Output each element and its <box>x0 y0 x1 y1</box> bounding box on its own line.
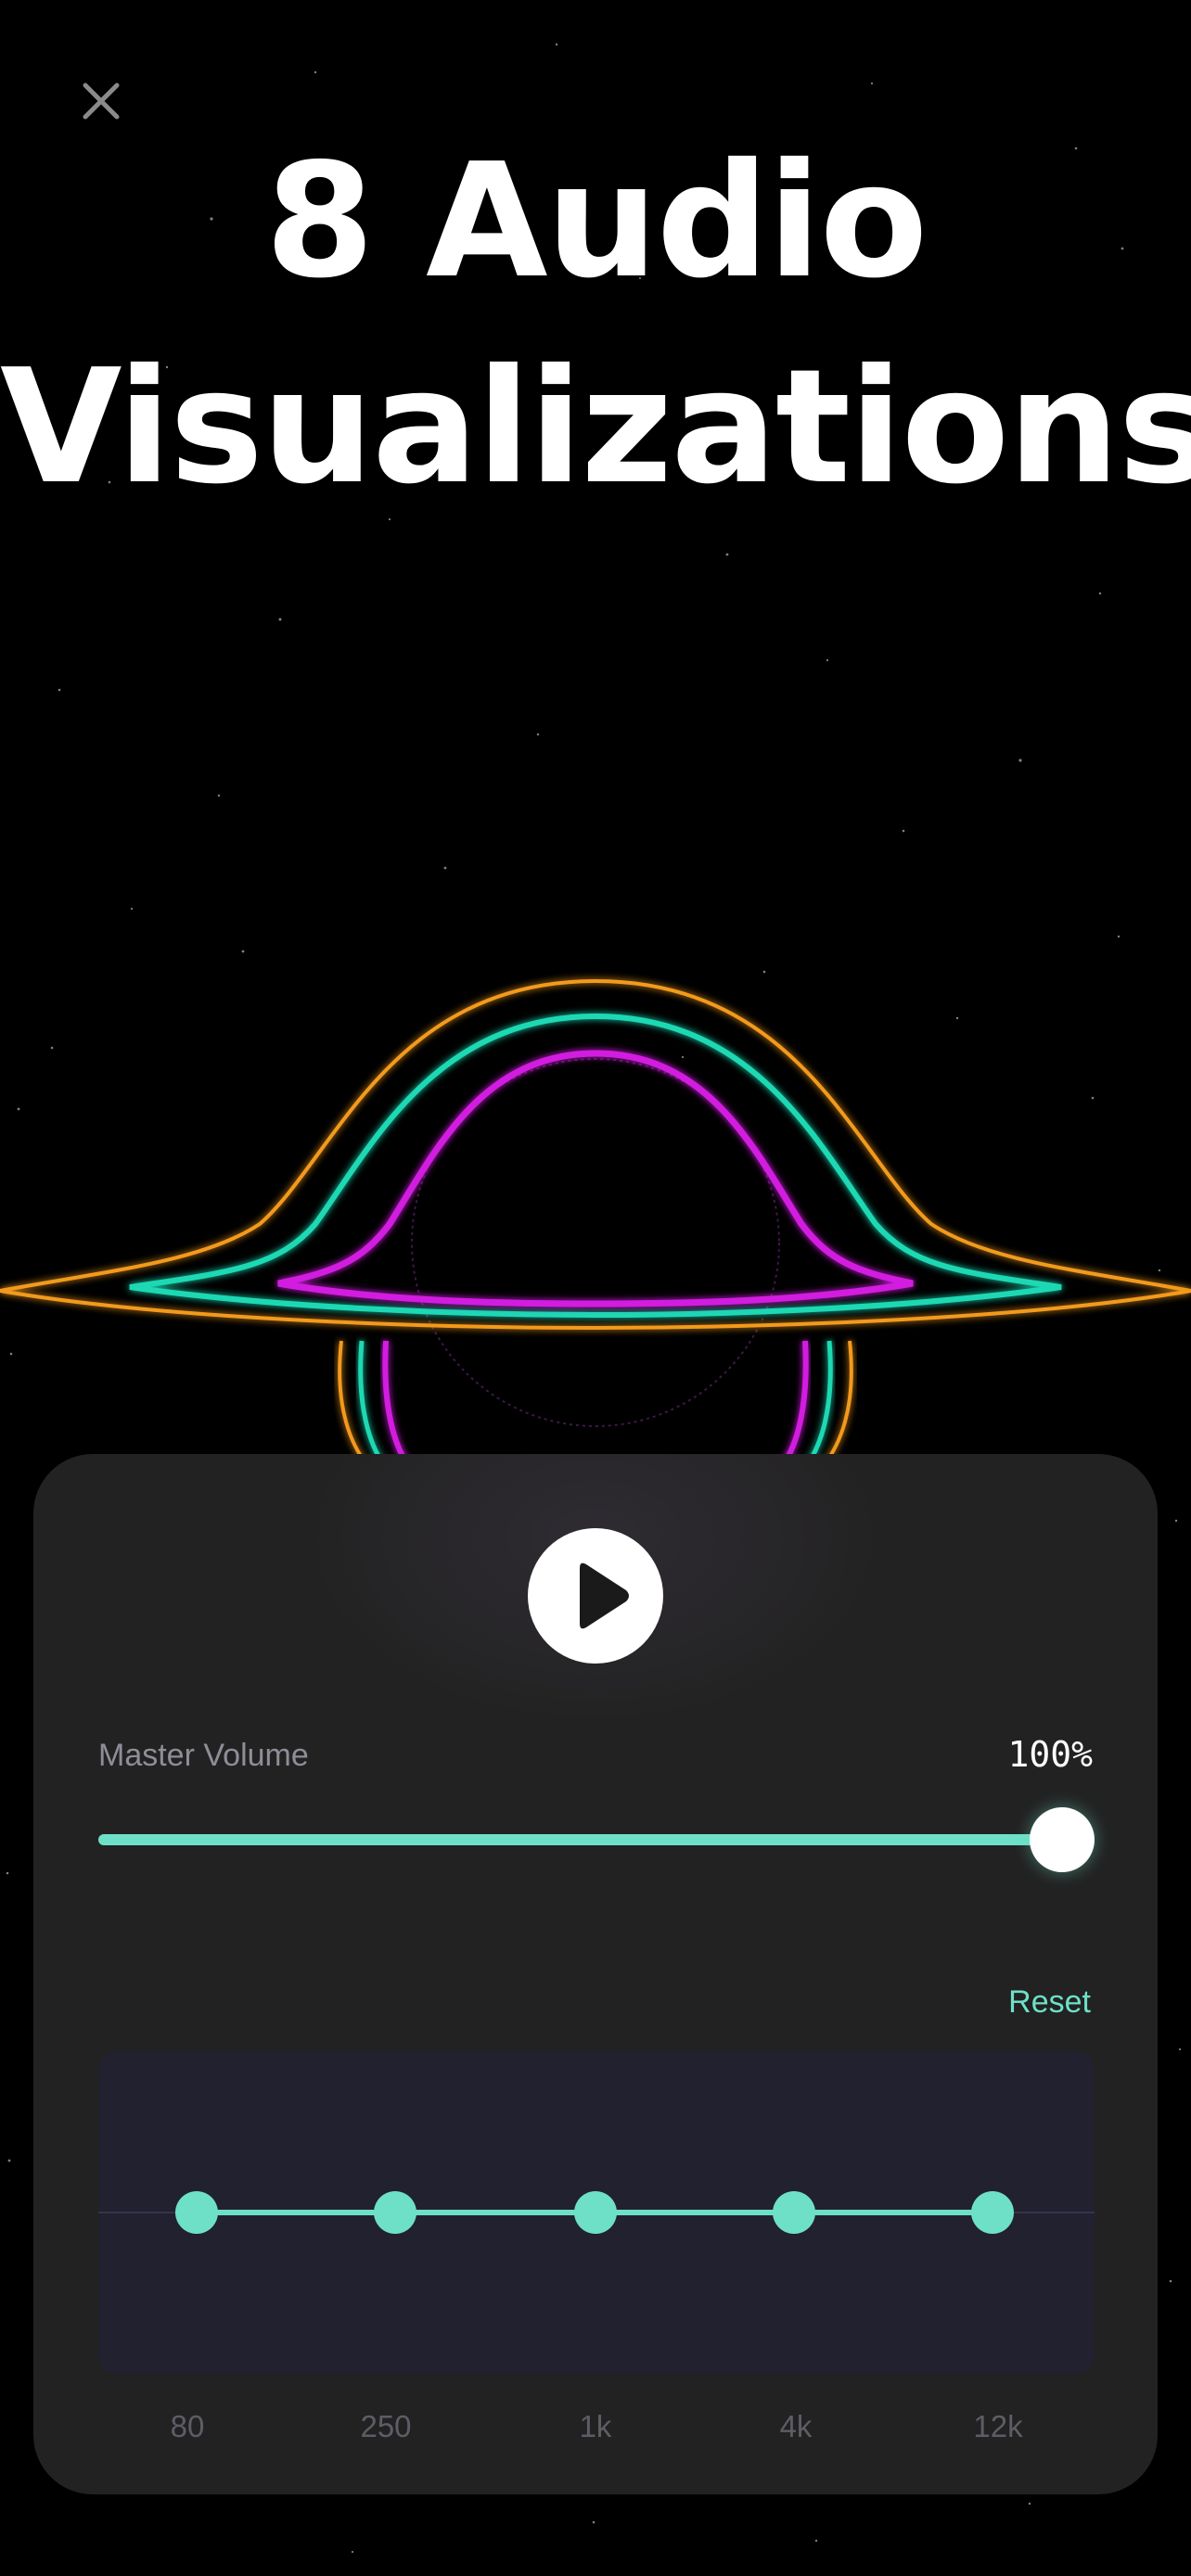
play-button[interactable] <box>528 1528 663 1664</box>
equalizer-band-labels: 80 250 1k 4k 12k <box>98 2409 1095 2446</box>
master-volume-label: Master Volume <box>98 1738 309 1773</box>
lower-arc-magenta <box>382 1340 411 1465</box>
master-volume-slider[interactable] <box>98 1807 1095 1872</box>
eq-band-label: 12k <box>973 2409 1023 2443</box>
slider-thumb[interactable] <box>1030 1807 1095 1872</box>
ring-orange <box>0 978 1191 1331</box>
eq-knob-1k[interactable] <box>574 2191 617 2234</box>
close-button[interactable] <box>78 78 124 124</box>
lower-arc-teal <box>358 1340 387 1465</box>
eq-band-label: 250 <box>360 2409 412 2443</box>
slider-fill <box>98 1834 1062 1845</box>
ring-magenta <box>277 1050 914 1307</box>
lower-arc-teal-right <box>804 1340 833 1465</box>
title-line-1: 8 Audio <box>264 130 928 313</box>
equalizer <box>98 2051 1095 2374</box>
master-volume-value: 100% <box>1007 1734 1093 1775</box>
eq-band-label: 4k <box>779 2409 813 2443</box>
lower-arc-magenta-right <box>780 1340 809 1465</box>
close-icon <box>83 83 120 120</box>
eq-band-label: 1k <box>579 2409 612 2443</box>
page-title: 8 Audio Visualizations <box>0 119 1191 530</box>
eq-knob-80[interactable] <box>175 2191 218 2234</box>
ring-teal <box>129 1013 1062 1319</box>
eq-band-label: 80 <box>170 2409 205 2443</box>
player-panel: Master Volume 100% Reset 80 250 1k 4k 12k <box>33 1454 1158 2494</box>
eq-knob-250[interactable] <box>374 2191 416 2234</box>
eq-knob-4k[interactable] <box>773 2191 815 2234</box>
eq-knob-12k[interactable] <box>971 2191 1014 2234</box>
equalizer-graph <box>98 2191 1095 2234</box>
reset-button[interactable]: Reset <box>1008 1984 1091 2021</box>
title-line-2: Visualizations <box>0 336 1191 519</box>
black-hole-visualization <box>0 978 1191 1465</box>
play-icon <box>580 1562 629 1629</box>
